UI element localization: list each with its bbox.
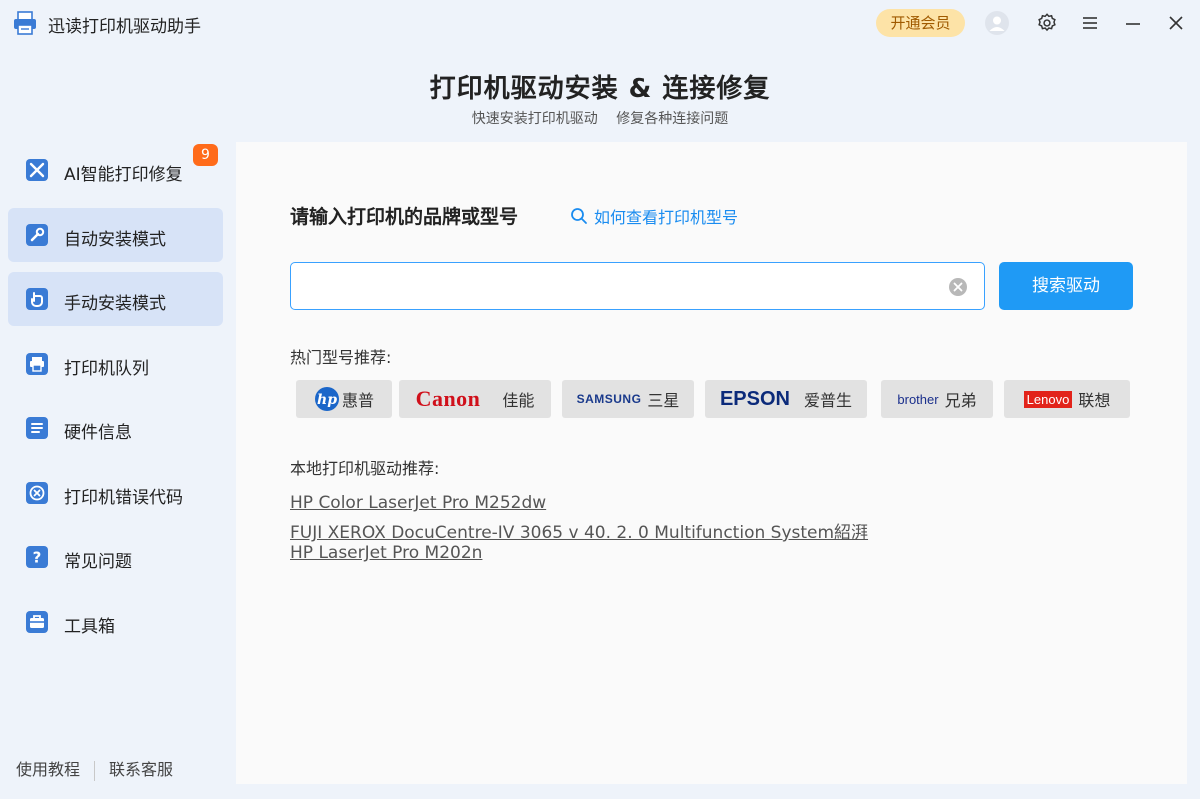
- epson-logo: EPSON: [719, 387, 790, 410]
- search-input[interactable]: [303, 273, 933, 299]
- svg-text:hp: hp: [317, 392, 337, 408]
- samsung-logo: SAMSUNG: [576, 392, 642, 406]
- sidebar-item-label: 工具箱: [64, 617, 115, 637]
- sidebar-item-label: 手动安装模式: [64, 294, 166, 314]
- menu-button[interactable]: [1077, 10, 1103, 36]
- tutorial-link[interactable]: 使用教程: [16, 760, 80, 779]
- brand-epson[interactable]: EPSON 爱普生: [705, 380, 867, 418]
- hand-icon: [26, 288, 48, 310]
- brand-name: 佳能: [502, 391, 535, 410]
- local-driver-link[interactable]: FUJI XEROX DocuCentre-IV 3065 v 40. 2. 0…: [290, 518, 868, 543]
- sidebar-footer: 使用教程 联系客服: [16, 756, 173, 781]
- minimize-icon: [1126, 23, 1140, 25]
- search-icon: [571, 208, 587, 224]
- brand-name: 爱普生: [804, 391, 853, 410]
- wrench-cross-icon: [26, 159, 48, 181]
- brand-hp[interactable]: hp 惠普: [296, 380, 392, 418]
- hot-models-label: 热门型号推荐:: [290, 348, 392, 367]
- gear-icon: [1038, 13, 1056, 32]
- clear-icon[interactable]: [948, 277, 968, 297]
- search-box: [290, 262, 985, 310]
- sidebar-item-label: 打印机队列: [64, 359, 149, 379]
- user-icon: [985, 11, 1009, 35]
- brand-name: 联想: [1078, 391, 1111, 410]
- svg-text:?: ?: [33, 549, 42, 567]
- question-icon: ?: [26, 546, 48, 568]
- brand-brother[interactable]: brother 兄弟: [881, 380, 993, 418]
- printer-logo-icon: [14, 11, 36, 35]
- notification-badge: 9: [193, 144, 218, 166]
- sidebar-item-label: AI智能打印修复: [64, 165, 183, 185]
- brand-lenovo[interactable]: Lenovo 联想: [1004, 380, 1130, 418]
- user-avatar-button[interactable]: [984, 10, 1010, 36]
- app-title: 迅读打印机驱动助手: [48, 17, 201, 37]
- brand-name: 三星: [647, 391, 680, 410]
- toolbox-icon: [26, 611, 48, 633]
- lenovo-logo: Lenovo: [1023, 390, 1073, 408]
- wrench-icon: [26, 224, 48, 246]
- sidebar-item-label: 常见问题: [64, 552, 132, 572]
- brand-name: 惠普: [341, 391, 374, 410]
- sidebar-item-label: 打印机错误代码: [64, 488, 183, 508]
- hp-logo-icon: hp: [314, 387, 339, 411]
- error-x-icon: [26, 482, 48, 504]
- sidebar-item-auto-install[interactable]: 自动安装模式: [8, 208, 223, 262]
- divider: [94, 760, 96, 781]
- sidebar-item-toolbox[interactable]: 工具箱: [8, 595, 223, 649]
- brand-samsung[interactable]: SAMSUNG 三星: [562, 380, 694, 418]
- close-icon: [1169, 16, 1183, 30]
- support-link[interactable]: 联系客服: [109, 760, 173, 779]
- brand-canon[interactable]: Canon 佳能: [399, 380, 551, 418]
- sidebar-item-faq[interactable]: ? 常见问题: [8, 530, 223, 584]
- sidebar-item-manual-install[interactable]: 手动安装模式: [8, 272, 223, 326]
- local-driver-link[interactable]: HP LaserJet Pro M202n: [290, 543, 482, 563]
- help-link-label: 如何查看打印机型号: [594, 208, 739, 227]
- sidebar-item-label: 硬件信息: [64, 423, 132, 443]
- local-drivers-label: 本地打印机驱动推荐:: [290, 459, 440, 478]
- brand-name: 兄弟: [944, 391, 977, 410]
- sidebar-item-error-codes[interactable]: 打印机错误代码: [8, 466, 223, 520]
- canon-logo: Canon: [415, 386, 481, 411]
- sidebar-item-printer-queue[interactable]: 打印机队列: [8, 337, 223, 391]
- search-label: 请输入打印机的品牌或型号: [290, 206, 519, 228]
- document-icon: [26, 417, 48, 439]
- help-model-link[interactable]: 如何查看打印机型号: [570, 204, 738, 228]
- printer-icon: [26, 353, 48, 375]
- sidebar-item-ai-repair[interactable]: AI智能打印修复: [8, 143, 223, 197]
- local-driver-link[interactable]: HP Color LaserJet Pro M252dw: [290, 493, 546, 513]
- hamburger-menu-icon: [1083, 17, 1097, 29]
- sidebar-item-hardware-info[interactable]: 硬件信息: [8, 401, 223, 455]
- title-bar: 迅读打印机驱动助手 开通会员: [0, 0, 1200, 46]
- settings-button[interactable]: [1034, 10, 1060, 36]
- brother-logo: brother: [897, 391, 939, 407]
- page-subtitle: 快速安装打印机驱动 修复各种连接问题: [471, 111, 729, 127]
- page-title: 打印机驱动安装 & 连接修复: [429, 74, 771, 104]
- vip-button[interactable]: 开通会员: [876, 9, 965, 37]
- close-button[interactable]: [1163, 10, 1189, 36]
- main-panel: 请输入打印机的品牌或型号 如何查看打印机型号 搜索驱动 热门型号推荐: hp 惠…: [236, 142, 1187, 784]
- sidebar-item-label: 自动安装模式: [64, 230, 166, 250]
- minimize-button[interactable]: [1120, 10, 1146, 36]
- search-driver-button[interactable]: 搜索驱动: [999, 262, 1133, 310]
